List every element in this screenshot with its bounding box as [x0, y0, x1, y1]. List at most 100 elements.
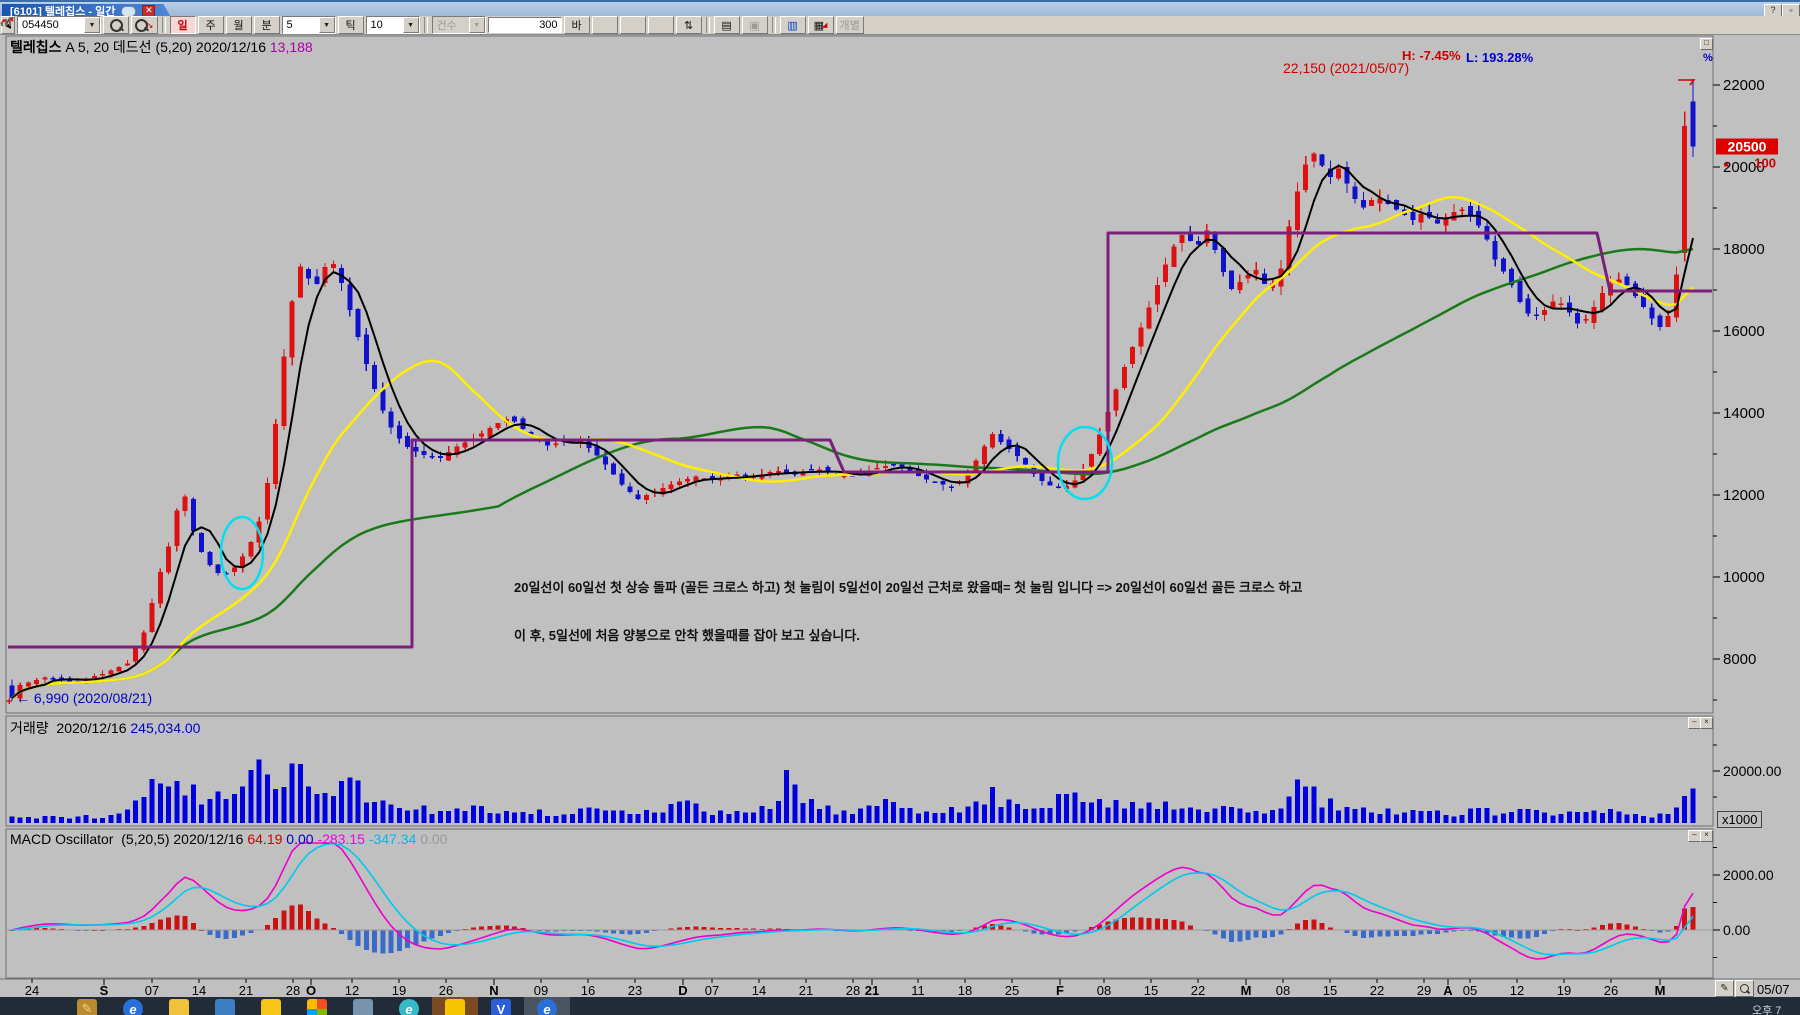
- macd-pane-header: MACD Oscillator (5,20,5) 2020/12/16 64.1…: [10, 831, 447, 847]
- bar-unit-button[interactable]: 바: [564, 16, 590, 34]
- bar-chart-type-button[interactable]: [648, 16, 674, 34]
- time-axis: 24S07142128O121926N091623D07142128211118…: [25, 979, 1666, 998]
- taskbar-icon-edge[interactable]: e: [386, 997, 432, 1015]
- svg-text:11: 11: [911, 983, 925, 998]
- taskbar-icon-hwp[interactable]: ✎: [64, 997, 110, 1015]
- bar-count-input[interactable]: 300: [488, 17, 562, 33]
- svg-text:15: 15: [1323, 983, 1337, 998]
- main-pane-header: 텔레칩스 A 5, 20 데드선 (5,20) 2020/12/16 13,18…: [10, 37, 313, 57]
- dot-chart-type-button[interactable]: [620, 16, 646, 34]
- taskbar-icon-internet-explorer-2[interactable]: e: [524, 997, 570, 1015]
- chevron-down-icon[interactable]: ▼: [403, 17, 419, 33]
- application-window: 2200020000180001600014000120001000080002…: [0, 0, 1800, 1015]
- svg-text:A: A: [1443, 983, 1453, 998]
- svg-text:D: D: [678, 983, 687, 998]
- draw-tool-button[interactable]: ✎: [1715, 980, 1734, 997]
- svg-text:F: F: [1056, 983, 1064, 998]
- svg-text:22: 22: [1191, 983, 1205, 998]
- period-week-button[interactable]: 주: [198, 16, 224, 34]
- macd-osc-value: 64.19: [247, 831, 282, 847]
- svg-text:24: 24: [25, 983, 39, 998]
- period-tick-button[interactable]: 틱: [338, 16, 364, 34]
- photo-viewer-icon: [215, 999, 235, 1015]
- period-minute-button[interactable]: 분: [254, 16, 280, 34]
- svg-text:08: 08: [1276, 983, 1290, 998]
- taskbar-icon-folder[interactable]: [156, 997, 202, 1015]
- tick-value: 10: [367, 19, 403, 31]
- last-date-label: 05/07: [1757, 982, 1790, 997]
- search-button[interactable]: [103, 16, 129, 34]
- taskbar-icon-calculator[interactable]: [340, 997, 386, 1015]
- svg-text:05: 05: [1463, 983, 1477, 998]
- stock-code-combo[interactable]: 054450 ▼: [17, 16, 101, 34]
- taskbar-icon-kakaotalk[interactable]: [432, 997, 478, 1015]
- chevron-down-icon[interactable]: ▼: [84, 17, 100, 33]
- search-icon: [135, 19, 148, 32]
- svg-text:10000: 10000: [1723, 569, 1765, 586]
- svg-text:21: 21: [239, 983, 253, 998]
- svg-text:16: 16: [581, 983, 595, 998]
- stock-code-value: 054450: [18, 19, 84, 31]
- svg-text:12: 12: [345, 983, 359, 998]
- low-price-note: ← 6,990 (2020/08/21): [16, 690, 152, 706]
- svg-text:28: 28: [286, 983, 300, 998]
- svg-text:19: 19: [392, 983, 406, 998]
- highlight-ellipse: [221, 517, 263, 589]
- volume-label: 거래량: [10, 720, 49, 736]
- svg-text:21: 21: [799, 983, 813, 998]
- ma-5-line: [12, 166, 1693, 698]
- svg-text:8000: 8000: [1723, 651, 1756, 668]
- count-label: 건수: [433, 17, 469, 33]
- pct-from-low-label: L: 193.28%: [1466, 50, 1533, 65]
- tick-combo[interactable]: 10 ▼: [366, 16, 420, 34]
- link-icon[interactable]: [121, 6, 136, 17]
- sort-updown-button[interactable]: ⇅: [676, 16, 702, 34]
- annotation-line-1: 20일선이 60일선 첫 상승 돌파 (골든 크로스 하고) 첫 눌림이 5일선…: [514, 577, 1302, 596]
- highlight-ellipse: [1058, 427, 1112, 499]
- taskbar-icon-sticky-notes[interactable]: [248, 997, 294, 1015]
- macd-label: MACD Oscillator: [10, 831, 113, 847]
- separator: [162, 17, 166, 33]
- line-chart-type-button[interactable]: [592, 16, 618, 34]
- volume-axis: 20000.00: [1713, 745, 1782, 797]
- mini-chart-button[interactable]: ▥: [780, 16, 806, 34]
- taskbar-icon-microsoft-store[interactable]: [294, 997, 340, 1015]
- taskbar-icon-photo-viewer[interactable]: [202, 997, 248, 1015]
- minute-combo[interactable]: 5 ▼: [282, 16, 336, 34]
- high-price-note: 22,150 (2021/05/07): [1283, 60, 1409, 76]
- macd-pane-close-button[interactable]: ×: [1700, 830, 1713, 842]
- grid-button[interactable]: ▦◢: [808, 16, 834, 34]
- screen-capture-button: ▣: [742, 16, 768, 34]
- hwp-icon: ✎: [77, 999, 97, 1015]
- taskbar-icon-v3[interactable]: V: [478, 997, 524, 1015]
- svg-text:08: 08: [1097, 983, 1111, 998]
- separator: [706, 17, 710, 33]
- macd-base-value: 0.00: [420, 831, 447, 847]
- search-jump-button[interactable]: ↘: [131, 16, 158, 34]
- period-month-button[interactable]: 월: [226, 16, 252, 34]
- calculator-icon: [353, 999, 373, 1015]
- svg-text:14000: 14000: [1723, 405, 1765, 422]
- percent-scale-toggle[interactable]: %: [1703, 52, 1713, 64]
- separator: [424, 17, 428, 33]
- svg-text:N: N: [489, 983, 498, 998]
- macd-line: [12, 843, 1693, 959]
- microsoft-store-icon: [307, 999, 327, 1015]
- title-bar: [6101] 텔레칩스 - 일간 ✕ ? ▫: [0, 0, 1800, 16]
- svg-text:19: 19: [1557, 983, 1571, 998]
- main-pane-restore-button[interactable]: □: [1700, 38, 1713, 50]
- chevron-down-icon[interactable]: ▼: [319, 17, 335, 33]
- period-day-button[interactable]: 일: [170, 16, 196, 34]
- svg-text:26: 26: [439, 983, 453, 998]
- svg-text:09: 09: [534, 983, 548, 998]
- taskbar-icon-internet-explorer[interactable]: e: [110, 997, 156, 1015]
- volume-pane-close-button[interactable]: ×: [1700, 717, 1713, 729]
- indicator-desc: A 5, 20 데드선: [65, 39, 151, 55]
- taskbar-clock: 오후 7: [1752, 1002, 1781, 1015]
- chart-canvas[interactable]: 2200020000180001600014000120001000080002…: [0, 0, 1800, 1015]
- annotation-line-2: 이 후, 5일선에 처음 양봉으로 안착 했을때를 잡아 보고 싶습니다.: [514, 625, 860, 644]
- svg-text:0.00: 0.00: [1723, 922, 1750, 938]
- new-page-button[interactable]: ▤: [714, 16, 740, 34]
- svg-text:21: 21: [865, 983, 879, 998]
- zoom-tool-button[interactable]: [1735, 980, 1754, 997]
